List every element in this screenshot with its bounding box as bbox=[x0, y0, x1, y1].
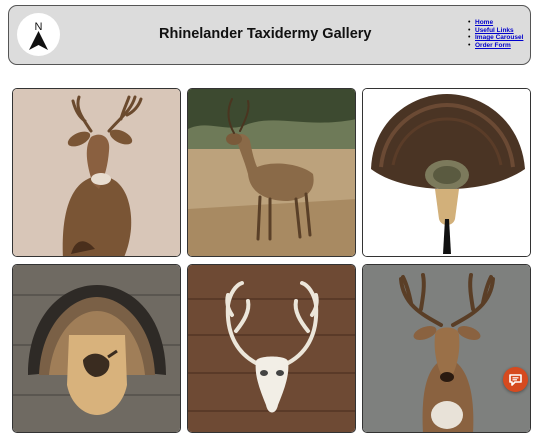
nav-link-order-form[interactable]: Order Form bbox=[475, 42, 511, 49]
gallery-image-buck-field[interactable] bbox=[187, 88, 356, 257]
main-nav: Home Useful Links Image Carousel Order F… bbox=[467, 19, 523, 49]
nav-item-useful-links: Useful Links bbox=[468, 27, 523, 35]
chat-icon bbox=[509, 374, 522, 386]
page-title: Rhinelander Taxidermy Gallery bbox=[159, 26, 372, 42]
nav-item-home: Home bbox=[468, 19, 523, 27]
nav-link-useful-links[interactable]: Useful Links bbox=[475, 27, 514, 34]
chat-button[interactable] bbox=[503, 367, 528, 392]
gallery-image-deer-skull[interactable] bbox=[187, 264, 356, 433]
gallery-image-turkey-fan[interactable] bbox=[362, 88, 531, 257]
gallery-image-deer-mount[interactable] bbox=[12, 88, 181, 257]
nav-item-image-carousel: Image Carousel bbox=[468, 34, 523, 42]
compass-icon: N bbox=[29, 21, 48, 50]
nav-link-image-carousel[interactable]: Image Carousel bbox=[475, 34, 523, 41]
gallery-image-turkey-carving[interactable] bbox=[12, 264, 181, 433]
gallery-image-buck-mount[interactable] bbox=[362, 264, 531, 433]
compass-logo[interactable]: N bbox=[17, 13, 60, 56]
nav-item-order-form: Order Form bbox=[468, 42, 523, 50]
site-header: N Rhinelander Taxidermy Gallery Home Use… bbox=[8, 5, 531, 65]
nav-link-home[interactable]: Home bbox=[475, 19, 493, 26]
